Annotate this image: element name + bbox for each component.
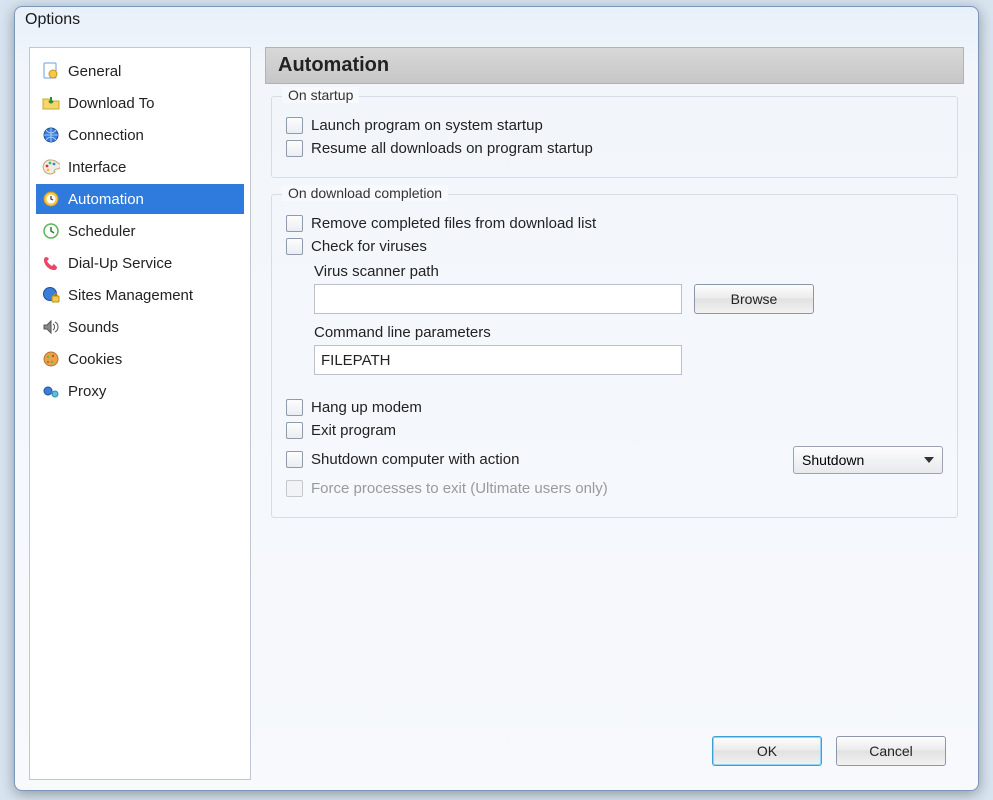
ok-button[interactable]: OK <box>712 736 822 766</box>
speaker-icon <box>42 318 60 336</box>
scanner-path-label: Virus scanner path <box>314 263 943 280</box>
window-title: Options <box>15 7 978 37</box>
check-launch-startup[interactable]: Launch program on system startup <box>286 117 943 134</box>
folder-download-icon <box>42 94 60 112</box>
check-resume-downloads[interactable]: Resume all downloads on program startup <box>286 140 943 157</box>
checkbox-icon <box>286 422 303 439</box>
check-label: Remove completed files from download lis… <box>311 215 596 232</box>
check-exit-program[interactable]: Exit program <box>286 422 943 439</box>
select-value: Shutdown <box>802 452 864 468</box>
check-check-viruses[interactable]: Check for viruses <box>286 238 943 255</box>
checkbox-icon <box>286 480 303 497</box>
cookie-icon <box>42 350 60 368</box>
client-area: General Download To Connection Interface <box>15 37 978 790</box>
group-on-startup: On startup Launch program on system star… <box>271 96 958 178</box>
checkbox-icon <box>286 451 303 468</box>
sidebar-item-download-to[interactable]: Download To <box>36 88 244 118</box>
check-label: Exit program <box>311 422 396 439</box>
sidebar-item-label: Sounds <box>68 319 119 336</box>
sidebar-item-label: General <box>68 63 121 80</box>
sidebar-item-interface[interactable]: Interface <box>36 152 244 182</box>
page-title: Automation <box>265 47 964 84</box>
sidebar-item-label: Proxy <box>68 383 106 400</box>
check-label: Force processes to exit (Ultimate users … <box>311 480 608 497</box>
main-panel: Automation On startup Launch program on … <box>265 47 964 780</box>
sidebar-item-connection[interactable]: Connection <box>36 120 244 150</box>
group-legend: On startup <box>282 87 359 103</box>
sidebar-item-sounds[interactable]: Sounds <box>36 312 244 342</box>
sidebar-item-dialup[interactable]: Dial-Up Service <box>36 248 244 278</box>
check-label: Resume all downloads on program startup <box>311 140 593 157</box>
check-label: Hang up modem <box>311 399 422 416</box>
checkbox-icon <box>286 399 303 416</box>
sidebar-item-label: Sites Management <box>68 287 193 304</box>
sidebar-item-label: Interface <box>68 159 126 176</box>
palette-icon <box>42 158 60 176</box>
checkbox-icon <box>286 117 303 134</box>
virus-scanner-section: Virus scanner path Browse Command line p… <box>314 263 943 375</box>
phone-icon <box>42 254 60 272</box>
sidebar-item-proxy[interactable]: Proxy <box>36 376 244 406</box>
check-label: Launch program on system startup <box>311 117 543 134</box>
checkbox-icon <box>286 238 303 255</box>
cmd-params-input[interactable] <box>314 345 682 375</box>
check-label: Check for viruses <box>311 238 427 255</box>
sidebar-item-label: Scheduler <box>68 223 136 240</box>
sidebar-item-general[interactable]: General <box>36 56 244 86</box>
check-remove-completed[interactable]: Remove completed files from download lis… <box>286 215 943 232</box>
check-label: Shutdown computer with action <box>311 451 519 468</box>
sidebar-item-label: Automation <box>68 191 144 208</box>
sidebar-item-sites[interactable]: Sites Management <box>36 280 244 310</box>
options-dialog: Options General Download To Connection <box>14 6 979 791</box>
proxy-icon <box>42 382 60 400</box>
sidebar-item-scheduler[interactable]: Scheduler <box>36 216 244 246</box>
gear-page-icon <box>42 62 60 80</box>
check-hangup-modem[interactable]: Hang up modem <box>286 399 943 416</box>
sidebar-item-label: Dial-Up Service <box>68 255 172 272</box>
globe-lock-icon <box>42 286 60 304</box>
group-legend: On download completion <box>282 185 448 201</box>
browse-button[interactable]: Browse <box>694 284 814 314</box>
sidebar-item-label: Cookies <box>68 351 122 368</box>
sidebar-item-cookies[interactable]: Cookies <box>36 344 244 374</box>
clock-icon <box>42 222 60 240</box>
shutdown-action-select[interactable]: Shutdown <box>793 446 943 474</box>
check-force-exit: Force processes to exit (Ultimate users … <box>286 480 943 497</box>
group-on-completion: On download completion Remove completed … <box>271 194 958 518</box>
scanner-path-input[interactable] <box>314 284 682 314</box>
checkbox-icon <box>286 140 303 157</box>
sidebar-item-automation[interactable]: Automation <box>36 184 244 214</box>
clock-gear-icon <box>42 190 60 208</box>
sidebar-item-label: Connection <box>68 127 144 144</box>
globe-icon <box>42 126 60 144</box>
dialog-footer: OK Cancel <box>265 730 964 780</box>
chevron-down-icon <box>924 457 934 463</box>
checkbox-icon <box>286 215 303 232</box>
sidebar-item-label: Download To <box>68 95 154 112</box>
check-shutdown[interactable]: Shutdown computer with action <box>286 451 519 468</box>
cmd-params-label: Command line parameters <box>314 324 943 341</box>
category-sidebar: General Download To Connection Interface <box>29 47 251 780</box>
cancel-button[interactable]: Cancel <box>836 736 946 766</box>
